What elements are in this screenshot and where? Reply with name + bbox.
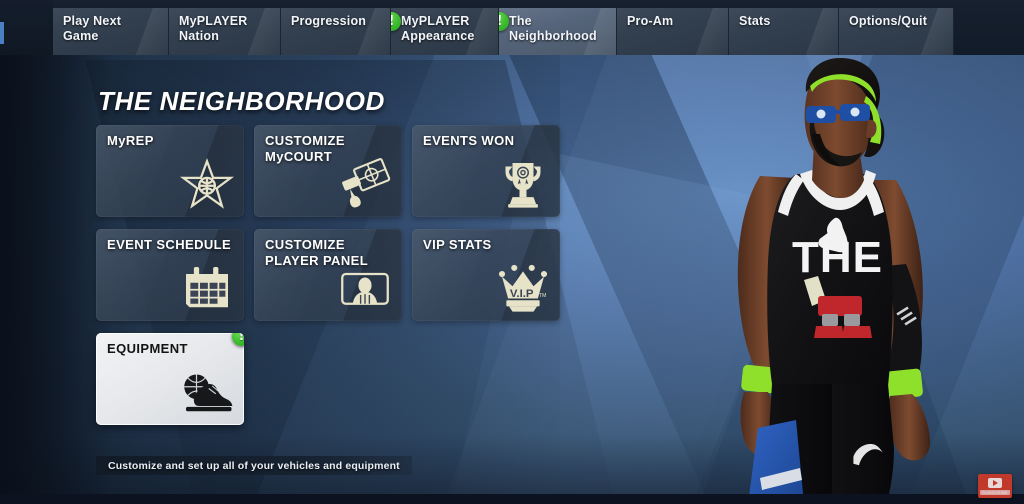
nav-tab-label: Pro-Am xyxy=(627,14,674,28)
hint-bar: Customize and set up all of your vehicle… xyxy=(96,456,412,475)
neighborhood-tile-grid: MyREP CUSTOMIZE MyCOURT EVENTS WON EVENT SC… xyxy=(96,125,566,425)
youtube-subscribe-watermark[interactable]: SUBSCRIBE xyxy=(978,474,1012,498)
nav-tab-list: Play Next Game MyPLAYER Nation Progression… xyxy=(53,8,1024,55)
tile-vip-stats[interactable]: VIP STATS V.I.P TM xyxy=(412,229,560,321)
nav-tab-stats[interactable]: Stats xyxy=(729,8,839,55)
nav-tab-play-next-game[interactable]: Play Next Game xyxy=(53,8,169,55)
notification-badge-icon: ! xyxy=(499,12,509,31)
tile-equipment[interactable]: EQUIPMENT! xyxy=(96,333,244,425)
play-icon xyxy=(988,477,1002,488)
svg-text:THE: THE xyxy=(792,233,883,282)
tile-label: EVENTS WON xyxy=(423,133,515,148)
tile-event-schedule[interactable]: EVENT SCHEDULE xyxy=(96,229,244,321)
basketball-shoe-icon xyxy=(177,362,235,420)
nav-tab-pro-am[interactable]: Pro-Am xyxy=(617,8,729,55)
nav-tab-label: The Neighborhood xyxy=(509,14,597,43)
tile-customize-mycourt[interactable]: CUSTOMIZE MyCOURT xyxy=(254,125,402,217)
tile-label: MyREP xyxy=(107,133,154,148)
nav-tab-options-quit[interactable]: Options/Quit xyxy=(839,8,954,55)
star-basketball-icon xyxy=(177,154,235,212)
nav-tab-label: Stats xyxy=(739,14,771,28)
notification-badge-icon: ! xyxy=(391,12,401,31)
nav-tab-label: Play Next Game xyxy=(63,14,122,43)
tile-myrep[interactable]: MyREP xyxy=(96,125,244,217)
badge-label: ! xyxy=(391,15,394,28)
bottom-letterbox xyxy=(0,494,1024,504)
tile-label: EQUIPMENT xyxy=(107,341,188,356)
hint-text: Customize and set up all of your vehicle… xyxy=(108,459,400,472)
page-title: THE NEIGHBORHOOD xyxy=(98,86,385,116)
nav-accent-tick xyxy=(0,22,4,44)
tile-label: EVENT SCHEDULE xyxy=(107,237,232,252)
myplayer-avatar: THE xyxy=(700,48,1000,504)
tile-label: VIP STATS xyxy=(423,237,492,252)
badge-label: ! xyxy=(499,15,502,28)
nav-tab-progression[interactable]: Progression xyxy=(281,8,391,55)
svg-text:TM: TM xyxy=(539,293,547,299)
subscribe-label: SUBSCRIBE xyxy=(980,489,1010,495)
trophy-icon xyxy=(493,154,551,212)
left-vignette xyxy=(0,0,110,504)
nav-tab-the-neighborhood[interactable]: ! The Neighborhood xyxy=(499,8,617,55)
nav-tab-label: Progression xyxy=(291,14,367,28)
nav-tab-label: Options/Quit xyxy=(849,14,928,28)
nav-left-cap xyxy=(0,0,53,55)
paint-roller-court-icon xyxy=(335,154,393,212)
badge-label: ! xyxy=(238,333,244,344)
nav-tab-label: MyPLAYER Nation xyxy=(179,14,248,43)
vip-crown-icon: V.I.P TM xyxy=(493,258,551,316)
svg-text:V.I.P: V.I.P xyxy=(510,288,534,300)
main-menu-bar: Play Next Game MyPLAYER Nation Progression… xyxy=(0,0,1024,55)
nav-tab-myplayer-nation[interactable]: MyPLAYER Nation xyxy=(169,8,281,55)
game-screen: THE Play Next Game MyPLAYER Nation Progr… xyxy=(0,0,1024,504)
player-card-icon xyxy=(335,258,393,316)
nav-tab-myplayer-appearance[interactable]: ! MyPLAYER Appearance xyxy=(391,8,499,55)
calendar-icon xyxy=(177,258,235,316)
nav-tab-label: MyPLAYER Appearance xyxy=(401,14,475,43)
tile-customize-player-panel[interactable]: CUSTOMIZE PLAYER PANEL xyxy=(254,229,402,321)
tile-events-won[interactable]: EVENTS WON xyxy=(412,125,560,217)
